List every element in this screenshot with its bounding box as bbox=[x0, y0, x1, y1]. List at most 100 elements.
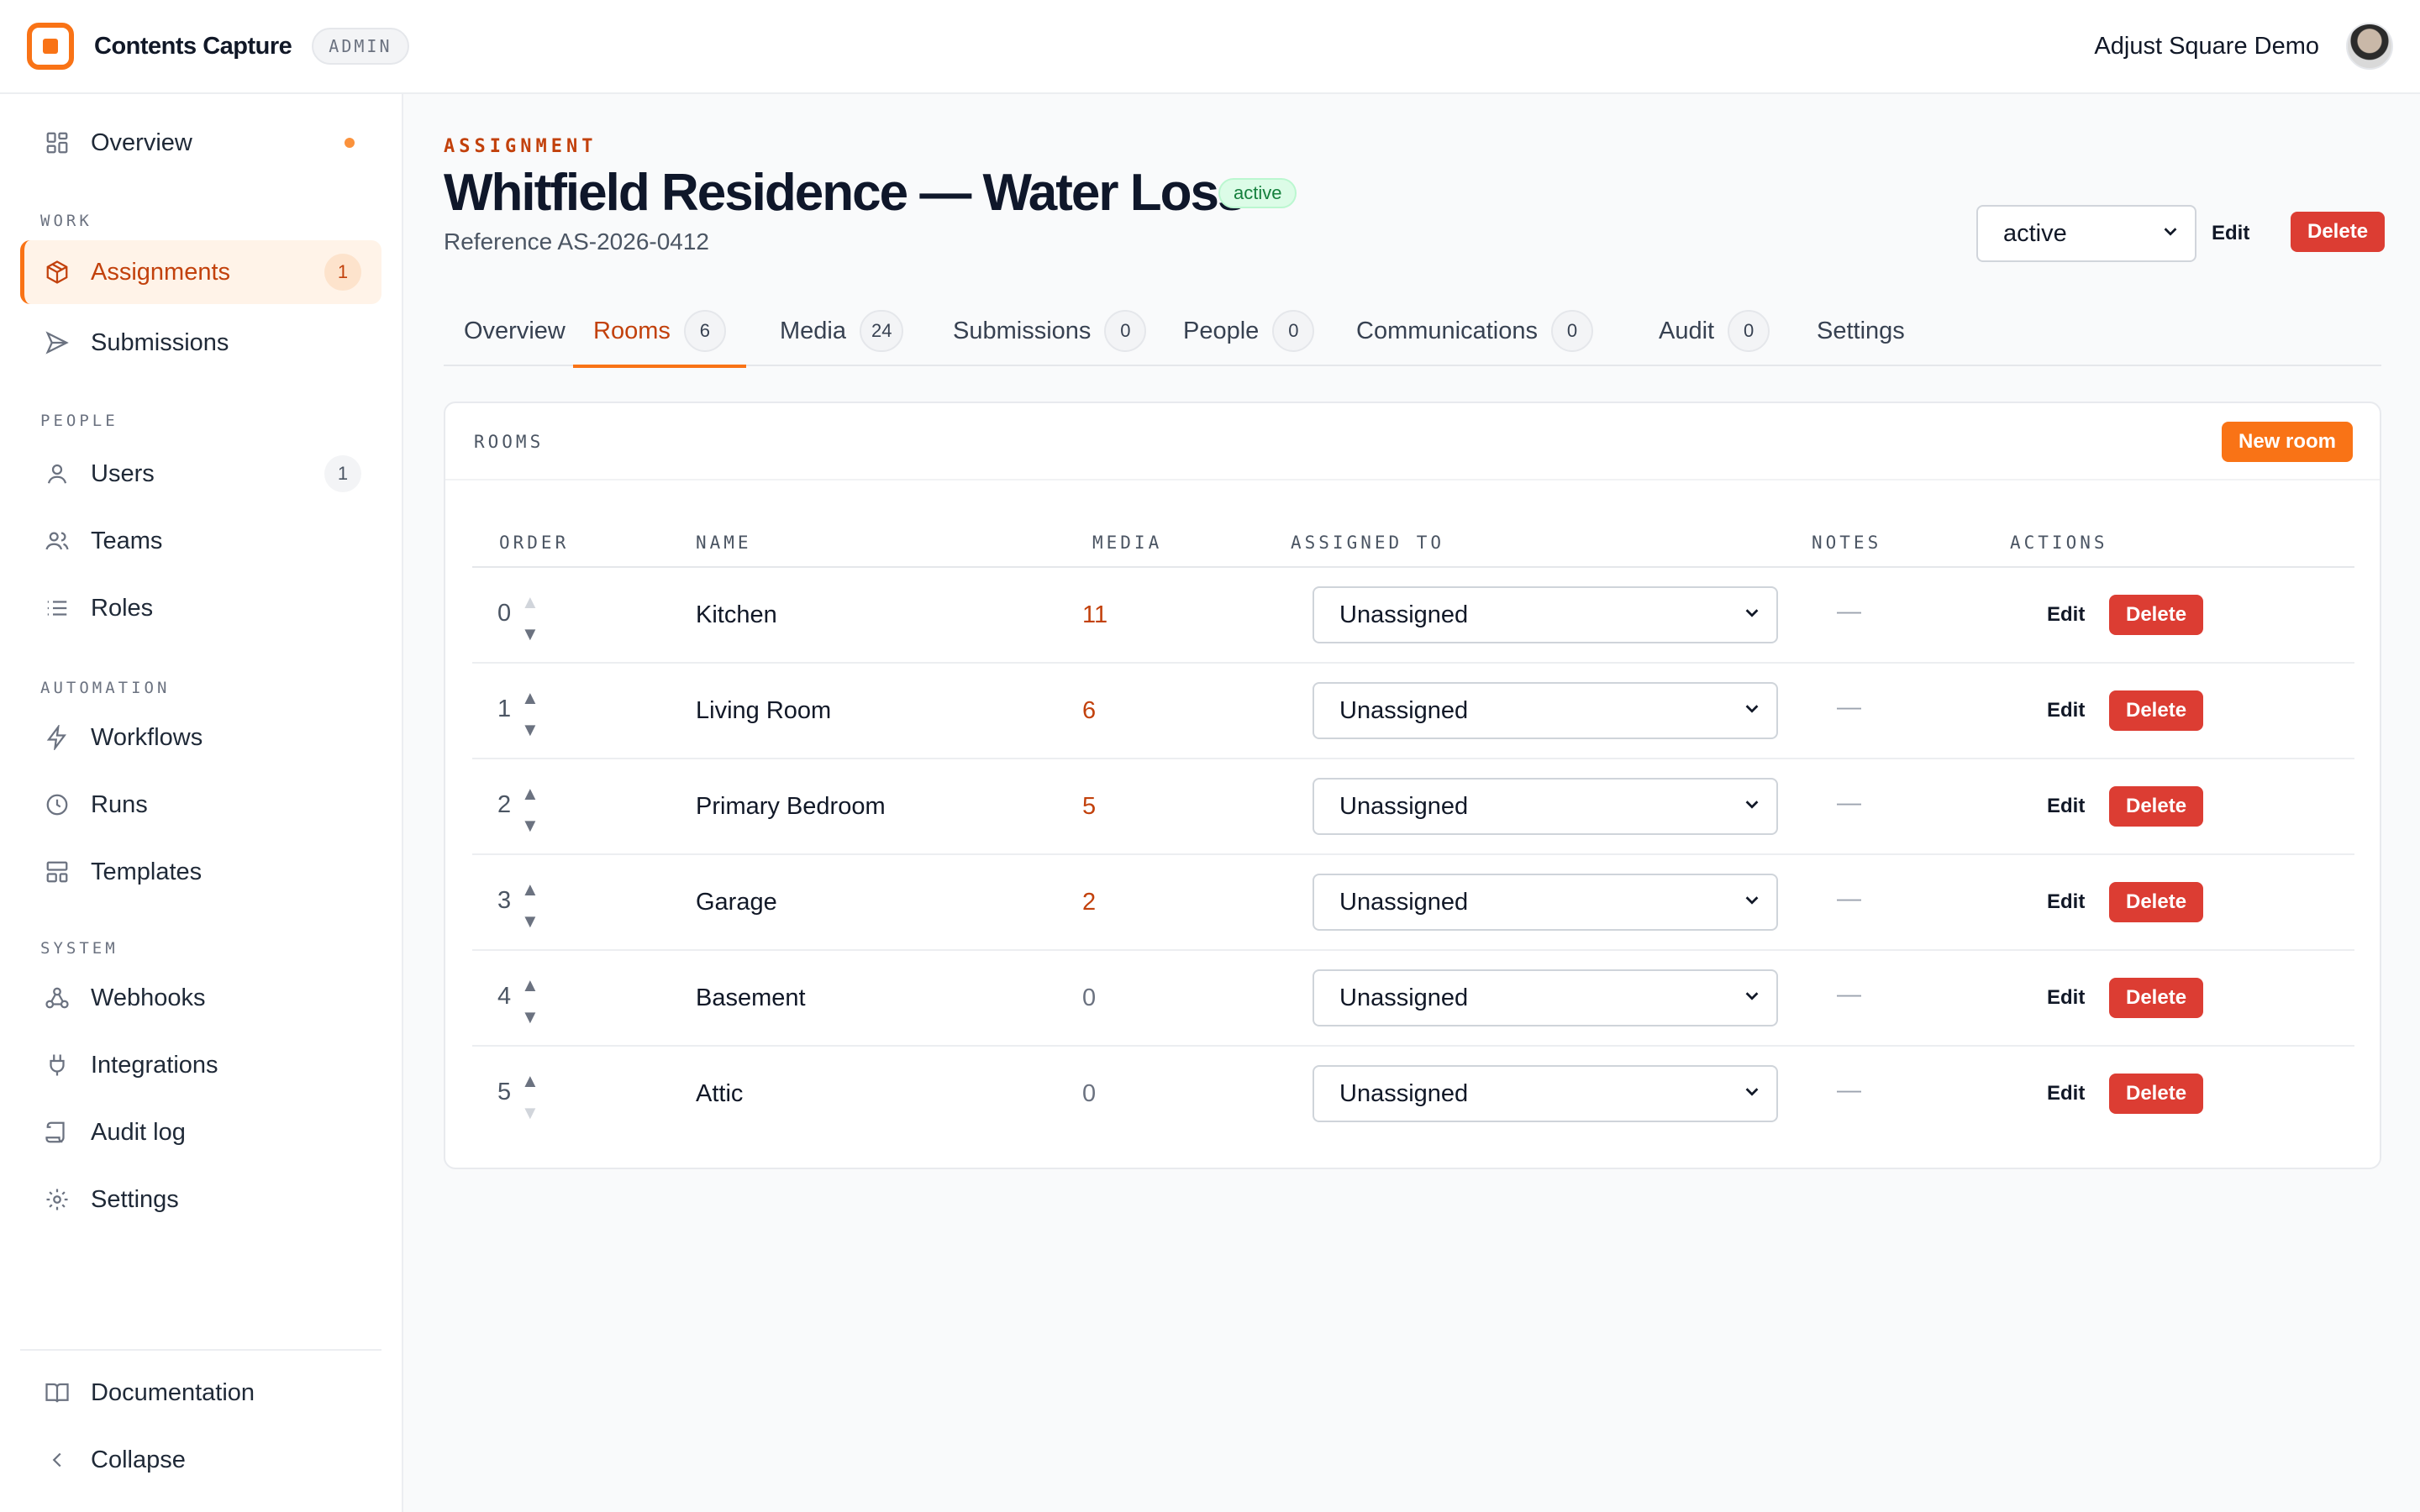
delete-room-button[interactable]: Delete bbox=[2109, 882, 2204, 922]
room-notes: — bbox=[1837, 981, 1861, 1008]
move-up-button[interactable]: ▲ bbox=[521, 1065, 539, 1097]
sidebar-item-teams[interactable]: Teams bbox=[20, 509, 381, 573]
send-icon bbox=[44, 329, 71, 356]
column-header-order[interactable]: ORDER bbox=[499, 533, 569, 553]
edit-room-button[interactable]: Edit bbox=[2047, 986, 2085, 1010]
edit-room-button[interactable]: Edit bbox=[2047, 795, 2085, 818]
move-down-button[interactable]: ▼ bbox=[521, 1001, 539, 1033]
room-media-count[interactable]: 11 bbox=[1082, 601, 1107, 629]
count-badge: 1 bbox=[324, 254, 361, 291]
row-order: 3 bbox=[497, 887, 512, 914]
sidebar-item-integrations[interactable]: Integrations bbox=[20, 1033, 381, 1097]
sidebar-item-runs[interactable]: Runs bbox=[20, 773, 381, 837]
tab-count-badge: 0 bbox=[1104, 310, 1147, 352]
delete-room-button[interactable]: Delete bbox=[2109, 595, 2204, 635]
section-label-people: PEOPLE bbox=[40, 412, 118, 430]
sidebar-item-overview[interactable]: Overview bbox=[20, 111, 381, 175]
tab-submissions[interactable]: Submissions 0 bbox=[953, 296, 1147, 366]
layout-icon bbox=[44, 858, 71, 885]
tab-communications[interactable]: Communications 0 bbox=[1356, 296, 1593, 366]
assignee-select[interactable]: Unassigned bbox=[1313, 682, 1778, 739]
move-up-button[interactable]: ▲ bbox=[521, 586, 539, 618]
account-name[interactable]: Adjust Square Demo bbox=[2094, 33, 2319, 60]
move-up-button[interactable]: ▲ bbox=[521, 778, 539, 810]
status-select[interactable]: active bbox=[1976, 205, 2196, 262]
plug-icon bbox=[44, 1052, 71, 1079]
move-up-button[interactable]: ▲ bbox=[521, 682, 539, 714]
tab-label: Rooms bbox=[593, 317, 671, 344]
table-row: 1 ▲ ▼ Living Room 6 Unassigned — Edit De… bbox=[472, 664, 2354, 759]
delete-room-button[interactable]: Delete bbox=[2109, 690, 2204, 731]
chevron-down-icon bbox=[1743, 1082, 1761, 1105]
avatar[interactable] bbox=[2346, 23, 2393, 70]
status-badge: active bbox=[1218, 178, 1297, 208]
move-up-button[interactable]: ▲ bbox=[521, 969, 539, 1001]
sidebar-item-label: Submissions bbox=[91, 328, 229, 356]
assignee-select-value: Unassigned bbox=[1339, 601, 1469, 628]
delete-assignment-button[interactable]: Delete bbox=[2291, 212, 2386, 252]
tab-rooms[interactable]: Rooms 6 bbox=[573, 296, 746, 368]
column-header-name[interactable]: NAME bbox=[696, 533, 752, 553]
move-down-button[interactable]: ▼ bbox=[521, 714, 539, 746]
move-down-button[interactable]: ▼ bbox=[521, 906, 539, 937]
column-header-assigned-to[interactable]: ASSIGNED TO bbox=[1291, 533, 1444, 553]
assignee-select[interactable]: Unassigned bbox=[1313, 874, 1778, 931]
sidebar-item-submissions[interactable]: Submissions bbox=[20, 311, 381, 375]
delete-room-button[interactable]: Delete bbox=[2109, 1074, 2204, 1114]
tab-overview[interactable]: Overview bbox=[464, 296, 566, 366]
room-media-count[interactable]: 5 bbox=[1082, 793, 1096, 821]
tab-count-badge: 6 bbox=[683, 310, 726, 352]
sidebar-item-webhooks[interactable]: Webhooks bbox=[20, 966, 381, 1030]
sidebar-item-templates[interactable]: Templates bbox=[20, 840, 381, 904]
app-logo-icon[interactable] bbox=[27, 23, 74, 70]
section-label-system: SYSTEM bbox=[40, 939, 118, 958]
room-name: Primary Bedroom bbox=[696, 793, 886, 820]
table-row: 3 ▲ ▼ Garage 2 Unassigned — Edit Delete bbox=[472, 855, 2354, 951]
room-notes: — bbox=[1837, 885, 1861, 912]
assignee-select[interactable]: Unassigned bbox=[1313, 969, 1778, 1026]
tab-people[interactable]: People 0 bbox=[1183, 296, 1315, 366]
sidebar-collapse-button[interactable]: Collapse bbox=[20, 1428, 381, 1492]
bolt-icon bbox=[44, 724, 71, 751]
move-down-button[interactable]: ▼ bbox=[521, 810, 539, 842]
webhook-icon bbox=[44, 984, 71, 1011]
sidebar-item-label: Templates bbox=[91, 858, 203, 885]
row-order: 1 bbox=[497, 696, 512, 722]
assignee-select-value: Unassigned bbox=[1339, 696, 1469, 724]
tab-count-badge: 0 bbox=[1728, 310, 1770, 352]
sidebar-item-documentation[interactable]: Documentation bbox=[20, 1361, 381, 1425]
delete-room-button[interactable]: Delete bbox=[2109, 978, 2204, 1018]
edit-room-button[interactable]: Edit bbox=[2047, 890, 2085, 914]
sidebar-item-audit-log[interactable]: Audit log bbox=[20, 1100, 381, 1164]
move-up-button[interactable]: ▲ bbox=[521, 874, 539, 906]
tab-media[interactable]: Media 24 bbox=[780, 296, 904, 366]
move-down-button[interactable]: ▼ bbox=[521, 618, 539, 650]
move-down-button[interactable]: ▼ bbox=[521, 1097, 539, 1129]
tab-audit[interactable]: Audit 0 bbox=[1659, 296, 1770, 366]
assignee-select[interactable]: Unassigned bbox=[1313, 778, 1778, 835]
sidebar-item-label: Roles bbox=[91, 594, 154, 622]
edit-assignment-button[interactable]: Edit bbox=[2212, 222, 2249, 245]
edit-room-button[interactable]: Edit bbox=[2047, 699, 2085, 722]
edit-room-button[interactable]: Edit bbox=[2047, 603, 2085, 627]
sidebar-item-users[interactable]: Users 1 bbox=[20, 442, 381, 506]
sidebar-item-workflows[interactable]: Workflows bbox=[20, 706, 381, 769]
tab-label: People bbox=[1183, 317, 1260, 344]
assignee-select[interactable]: Unassigned bbox=[1313, 586, 1778, 643]
room-media-count[interactable]: 2 bbox=[1082, 889, 1096, 916]
sidebar-item-assignments[interactable]: Assignments 1 bbox=[20, 240, 381, 304]
sidebar-item-settings[interactable]: Settings bbox=[20, 1168, 381, 1231]
assignee-select[interactable]: Unassigned bbox=[1313, 1065, 1778, 1122]
column-header-notes[interactable]: NOTES bbox=[1812, 533, 1881, 553]
sidebar-item-roles[interactable]: Roles bbox=[20, 576, 381, 640]
book-icon bbox=[44, 1379, 71, 1406]
room-media-count[interactable]: 6 bbox=[1082, 697, 1096, 725]
delete-room-button[interactable]: Delete bbox=[2109, 786, 2204, 827]
column-header-media[interactable]: MEDIA bbox=[1092, 533, 1162, 553]
count-badge: 1 bbox=[324, 455, 361, 492]
new-room-button[interactable]: New room bbox=[2221, 422, 2353, 462]
edit-room-button[interactable]: Edit bbox=[2047, 1082, 2085, 1105]
tab-settings[interactable]: Settings bbox=[1817, 296, 1905, 366]
page-eyebrow: ASSIGNMENT bbox=[444, 136, 597, 157]
sidebar: Overview WORK Assignments 1 Submissions … bbox=[0, 94, 403, 1512]
